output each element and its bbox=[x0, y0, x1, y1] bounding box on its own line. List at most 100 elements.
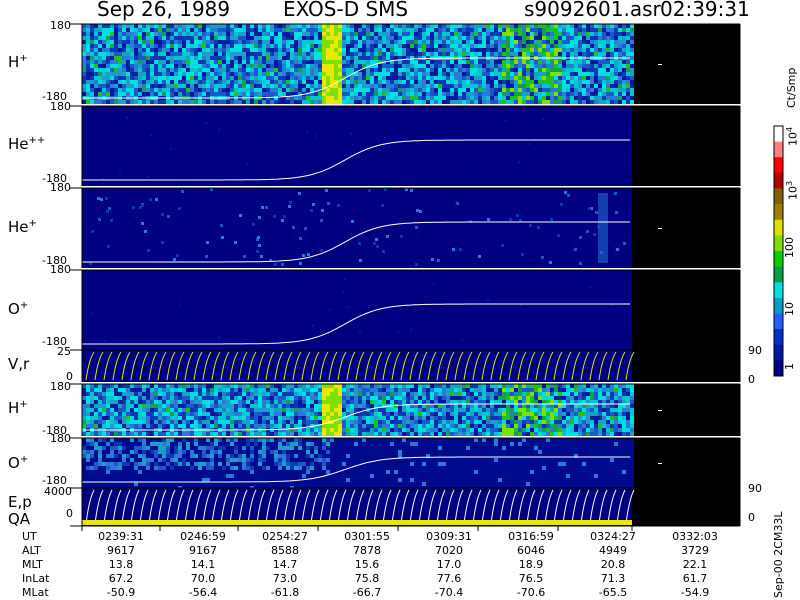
heatmap-cell bbox=[422, 28, 426, 32]
heatmap-cell bbox=[294, 408, 298, 412]
heatmap-cell bbox=[386, 424, 390, 428]
heatmap-cell bbox=[114, 40, 118, 44]
heatmap-cell bbox=[162, 392, 166, 396]
heatmap-cell bbox=[290, 412, 294, 416]
heatmap-cell bbox=[134, 88, 138, 92]
heatmap-cell bbox=[390, 44, 394, 48]
heatmap-cell bbox=[542, 36, 546, 40]
heatmap-cell bbox=[86, 474, 90, 478]
heatmap-cell bbox=[474, 88, 478, 92]
heatmap-cell bbox=[86, 412, 90, 416]
heatmap-cell bbox=[518, 88, 522, 92]
heatmap-cell bbox=[346, 40, 350, 44]
heatmap-cell bbox=[594, 28, 598, 32]
heatmap-cell bbox=[86, 88, 90, 92]
heatmap-cell bbox=[614, 76, 618, 80]
heatmap-cell bbox=[502, 72, 506, 76]
heatmap-cell bbox=[566, 388, 570, 392]
heatmap-cell bbox=[546, 420, 550, 424]
heatmap-cell bbox=[386, 52, 390, 56]
heatmap-cell bbox=[567, 194, 570, 197]
heatmap-cell bbox=[326, 52, 330, 56]
heatmap-cell bbox=[602, 420, 606, 424]
heatmap-cell bbox=[114, 396, 118, 400]
heatmap-cell bbox=[358, 32, 362, 36]
heatmap-cell bbox=[210, 84, 214, 88]
heatmap-cell bbox=[91, 230, 94, 233]
heatmap-cell bbox=[434, 48, 438, 52]
heatmap-cell bbox=[230, 80, 234, 84]
heatmap-cell bbox=[426, 432, 430, 436]
heatmap-cell bbox=[470, 52, 474, 56]
heatmap-cell bbox=[461, 339, 463, 341]
heatmap-cell bbox=[290, 44, 294, 48]
heatmap-cell bbox=[282, 416, 286, 420]
heatmap-cell bbox=[86, 466, 90, 470]
heatmap-cell bbox=[354, 400, 358, 404]
heatmap-cell bbox=[326, 32, 330, 36]
heatmap-cell bbox=[554, 60, 558, 64]
heatmap-cell bbox=[238, 88, 242, 92]
heatmap-cell bbox=[238, 72, 242, 76]
heatmap-cell bbox=[98, 408, 102, 412]
heatmap-cell bbox=[258, 28, 262, 32]
heatmap-cell bbox=[338, 32, 342, 36]
heatmap-cell bbox=[350, 100, 354, 104]
heatmap-cell bbox=[210, 100, 214, 104]
heatmap-cell bbox=[370, 404, 374, 408]
heatmap-cell bbox=[262, 52, 266, 56]
heatmap-cell bbox=[334, 64, 338, 68]
heatmap-cell bbox=[522, 100, 526, 104]
heatmap-cell bbox=[514, 408, 518, 412]
heatmap-cell bbox=[410, 388, 414, 392]
heatmap-cell bbox=[306, 80, 310, 84]
heatmap-cell bbox=[310, 40, 314, 44]
heatmap-cell bbox=[378, 408, 382, 412]
heatmap-cell bbox=[502, 412, 506, 416]
heatmap-cell bbox=[334, 36, 338, 40]
heatmap-cell bbox=[462, 32, 466, 36]
heatmap-cell bbox=[182, 400, 186, 404]
heatmap-cell bbox=[310, 88, 314, 92]
heatmap-cell bbox=[454, 92, 458, 96]
heatmap-cell bbox=[566, 416, 570, 420]
heatmap-cell bbox=[238, 44, 242, 48]
heatmap-cell bbox=[394, 28, 398, 32]
heatmap-cell bbox=[562, 28, 566, 32]
heatmap-cell bbox=[582, 432, 586, 436]
heatmap-cell bbox=[334, 84, 338, 88]
heatmap-cell bbox=[106, 32, 110, 36]
heatmap-cell bbox=[510, 400, 514, 404]
heatmap-cell bbox=[234, 84, 238, 88]
heatmap-cell bbox=[230, 48, 234, 52]
heatmap-cell bbox=[198, 28, 202, 32]
heatmap-cell bbox=[502, 36, 506, 40]
heatmap-cell bbox=[494, 388, 498, 392]
heatmap-cell bbox=[454, 396, 458, 400]
heatmap-cell bbox=[606, 72, 610, 76]
heatmap-cell bbox=[206, 388, 210, 392]
heatmap-cell bbox=[334, 44, 338, 48]
heatmap-cell bbox=[518, 24, 522, 28]
heatmap-cell bbox=[534, 24, 538, 28]
heatmap-cell bbox=[82, 88, 86, 92]
heatmap-cell bbox=[162, 80, 166, 84]
heatmap-cell bbox=[82, 420, 86, 424]
heatmap-cell bbox=[134, 458, 138, 462]
heatmap-cell bbox=[346, 80, 350, 84]
heatmap-cell bbox=[478, 100, 482, 104]
heatmap-cell bbox=[378, 424, 382, 428]
heatmap-cell bbox=[282, 84, 286, 88]
heatmap-cell bbox=[138, 408, 142, 412]
heatmap-cell bbox=[549, 261, 552, 264]
heatmap-cell bbox=[150, 92, 154, 96]
heatmap-cell bbox=[474, 44, 478, 48]
heatmap-cell bbox=[194, 28, 198, 32]
heatmap-cell bbox=[354, 24, 358, 28]
heatmap-cell bbox=[302, 48, 306, 52]
heatmap-cell bbox=[142, 40, 146, 44]
heatmap-cell bbox=[314, 36, 318, 40]
heatmap-cell bbox=[574, 36, 578, 40]
heatmap-cell bbox=[522, 84, 526, 88]
heatmap-cell bbox=[374, 84, 378, 88]
